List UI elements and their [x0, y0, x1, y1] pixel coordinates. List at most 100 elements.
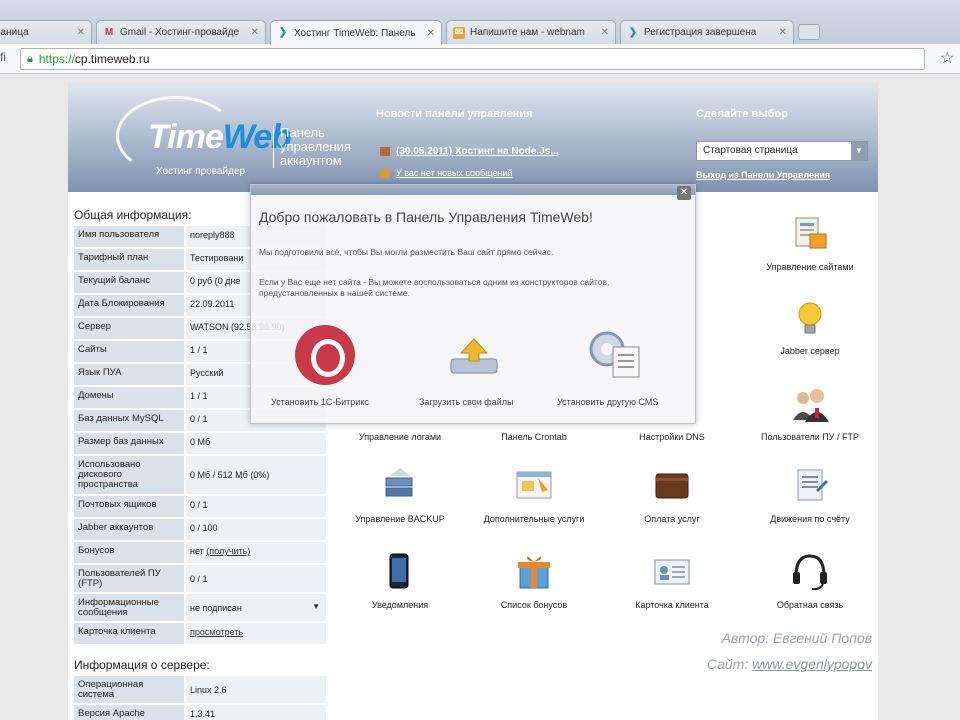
- timeweb-icon: ❯: [278, 27, 288, 38]
- row-label: Размер баз данных: [74, 433, 184, 454]
- tab-title: раница: [0, 27, 29, 38]
- mail-icon: ✉: [453, 26, 465, 39]
- browser-tab[interactable]: ✉ Напишите нам - webnam ✕: [446, 20, 616, 44]
- grid-item-payment[interactable]: Оплата услуг: [602, 466, 742, 524]
- browser-tab[interactable]: M Gmail - Хостинг-провайде ✕: [96, 20, 266, 44]
- row-label: Тарифный план: [74, 249, 184, 270]
- row-label: Использовано дискового пространства: [74, 456, 184, 494]
- grid-item-label: Управление логами: [358, 432, 442, 442]
- row-value: Linux 2.6: [186, 676, 326, 703]
- grid-item-label: Движения по счёту: [770, 514, 850, 524]
- users-icon: [793, 389, 829, 422]
- install-bitrix-link[interactable]: Установить 1С-Битрикс: [271, 397, 369, 407]
- grid-item-ftp-users[interactable]: Пользователи ПУ / FTP: [740, 384, 878, 442]
- close-icon[interactable]: ✕: [251, 27, 259, 38]
- start-page-select[interactable]: Стартовая страница ▼: [696, 141, 868, 161]
- grid-item-ledger[interactable]: Движения по счёту: [740, 466, 878, 524]
- lightbulb-icon: [798, 302, 822, 334]
- grid-item-label: Обратная связь: [776, 600, 844, 610]
- messages-link[interactable]: У вас нет новых сообщений: [380, 168, 513, 179]
- server-info-table: Операционная система Linux 2.6 Версия Apa…: [74, 676, 326, 720]
- row-value: 1.3.41: [186, 705, 326, 720]
- cms-gears-icon[interactable]: [583, 325, 643, 381]
- grid-item-label: Карточка клиента: [635, 600, 709, 610]
- logo-subtitle: Хостинг провайдер: [156, 166, 246, 177]
- grid-item-label: Панель Crontab: [501, 432, 567, 442]
- site-header: TimeWeb Хостинг провайдер Панель управле…: [68, 82, 878, 192]
- grid-item-label: Настройки DNS: [639, 432, 705, 442]
- row-label: Информационные сообщения: [74, 594, 184, 621]
- grid-item-label: Управление сайтами: [766, 262, 854, 272]
- tab-title: Напишите нам - webnam: [470, 27, 585, 38]
- row-label: Имя пользователя: [74, 226, 184, 247]
- server-info-title: Информация о сервере:: [74, 658, 210, 672]
- lock-icon: 🔒︎: [27, 52, 33, 65]
- dialog-title-bar: [251, 185, 695, 195]
- bitrix-logo-icon[interactable]: [295, 325, 355, 385]
- logout-link[interactable]: Выход из Панели Управления: [696, 170, 830, 180]
- url-scheme: https://: [38, 52, 75, 66]
- bonus-value: нет: [190, 546, 204, 556]
- close-icon[interactable]: ✕: [677, 186, 691, 200]
- tab-title: Gmail - Хостинг-провайде: [120, 27, 240, 38]
- new-tab-button[interactable]: [798, 24, 820, 40]
- row-label: Версия Apache: [74, 705, 184, 720]
- upload-files-link[interactable]: Загрузить свои файлы: [419, 397, 513, 407]
- browser-toolbar: 🔒︎ https:// cp.timeweb.ru: [0, 44, 960, 74]
- grid-item-feedback[interactable]: Обратная связь: [740, 552, 878, 610]
- row-value: не подписан: [190, 603, 242, 613]
- backup-icon: [385, 468, 413, 497]
- grid-item-backup[interactable]: Управление BACKUP: [330, 466, 470, 524]
- grid-item-bonuses[interactable]: Список бонусов: [464, 552, 604, 610]
- browser-tab[interactable]: ❯ Хостинг TimeWeb: Панель ✕: [270, 20, 442, 45]
- choose-heading: Сделайте выбор: [696, 108, 788, 120]
- upload-icon[interactable]: [447, 335, 503, 379]
- table-row: Почтовых ящиков 0 / 1: [74, 496, 326, 517]
- subscription-select[interactable]: не подписан ▼: [186, 594, 326, 621]
- row-label: Язык ПУА: [74, 364, 184, 385]
- gmail-icon: M: [104, 26, 114, 38]
- install-cms-link[interactable]: Установить другую CMS: [557, 397, 658, 407]
- row-value: 0 / 100: [186, 519, 326, 540]
- get-bonus-link[interactable]: (получить): [206, 546, 250, 556]
- view-card-link[interactable]: просмотреть: [190, 627, 243, 637]
- row-label: Домены: [74, 387, 184, 408]
- messages-text: У вас нет новых сообщений: [396, 168, 513, 178]
- welcome-dialog: ✕ Добро пожаловать в Панель Управления T…: [250, 184, 696, 424]
- row-label: Jabber аккаунтов: [74, 519, 184, 540]
- grid-item-sites[interactable]: Управление сайтами: [740, 214, 878, 272]
- close-icon[interactable]: ✕: [601, 27, 609, 38]
- gift-icon: [518, 556, 550, 589]
- row-label: Бонусов: [74, 542, 184, 563]
- page-menu-icon[interactable]: ﬁ: [0, 50, 6, 64]
- grid-item-jabber[interactable]: Jabber сервер: [740, 298, 878, 356]
- grid-item-label: Оплата услуг: [644, 514, 700, 524]
- card-icon: [654, 559, 690, 585]
- news-item-link[interactable]: (30.05.2011) Хостинг на Node.Js...: [380, 146, 559, 157]
- select-value: Стартовая страница: [703, 145, 798, 156]
- table-row: Jabber аккаунтов 0 / 100: [74, 519, 326, 540]
- address-bar[interactable]: 🔒︎ https:// cp.timeweb.ru: [20, 48, 925, 70]
- row-label: Пользователей ПУ (FTP): [74, 565, 184, 592]
- row-value: нет (получить): [186, 542, 326, 563]
- tab-title: Регистрация завершена: [644, 27, 757, 38]
- row-label: Почтовых ящиков: [74, 496, 184, 517]
- grid-item-notifications[interactable]: Уведомления: [330, 552, 470, 610]
- timeweb-icon: ❯: [628, 26, 638, 38]
- row-label: Карточка клиента: [74, 623, 184, 644]
- sites-icon: [795, 217, 827, 249]
- row-value: 0 / 1: [186, 565, 326, 592]
- browser-tab[interactable]: ❯ Регистрация завершена ✕: [620, 20, 794, 44]
- grid-item-label: Jabber сервер: [780, 346, 840, 356]
- close-icon[interactable]: ✕: [779, 27, 787, 38]
- logo-time-text: Time: [148, 118, 224, 156]
- grid-item-services[interactable]: Дополнительные услуги: [464, 466, 604, 524]
- grid-item-client-card[interactable]: Карточка клиента: [602, 552, 742, 610]
- browser-tab[interactable]: раница ✕: [0, 20, 92, 44]
- url-host: cp.timeweb.ru: [74, 52, 150, 66]
- close-icon[interactable]: ✕: [77, 27, 85, 38]
- close-icon[interactable]: ✕: [427, 28, 435, 39]
- row-label: Сервер: [74, 318, 184, 339]
- timeweb-logo[interactable]: TimeWeb: [148, 118, 292, 157]
- bookmark-star-icon[interactable]: ☆: [940, 48, 954, 68]
